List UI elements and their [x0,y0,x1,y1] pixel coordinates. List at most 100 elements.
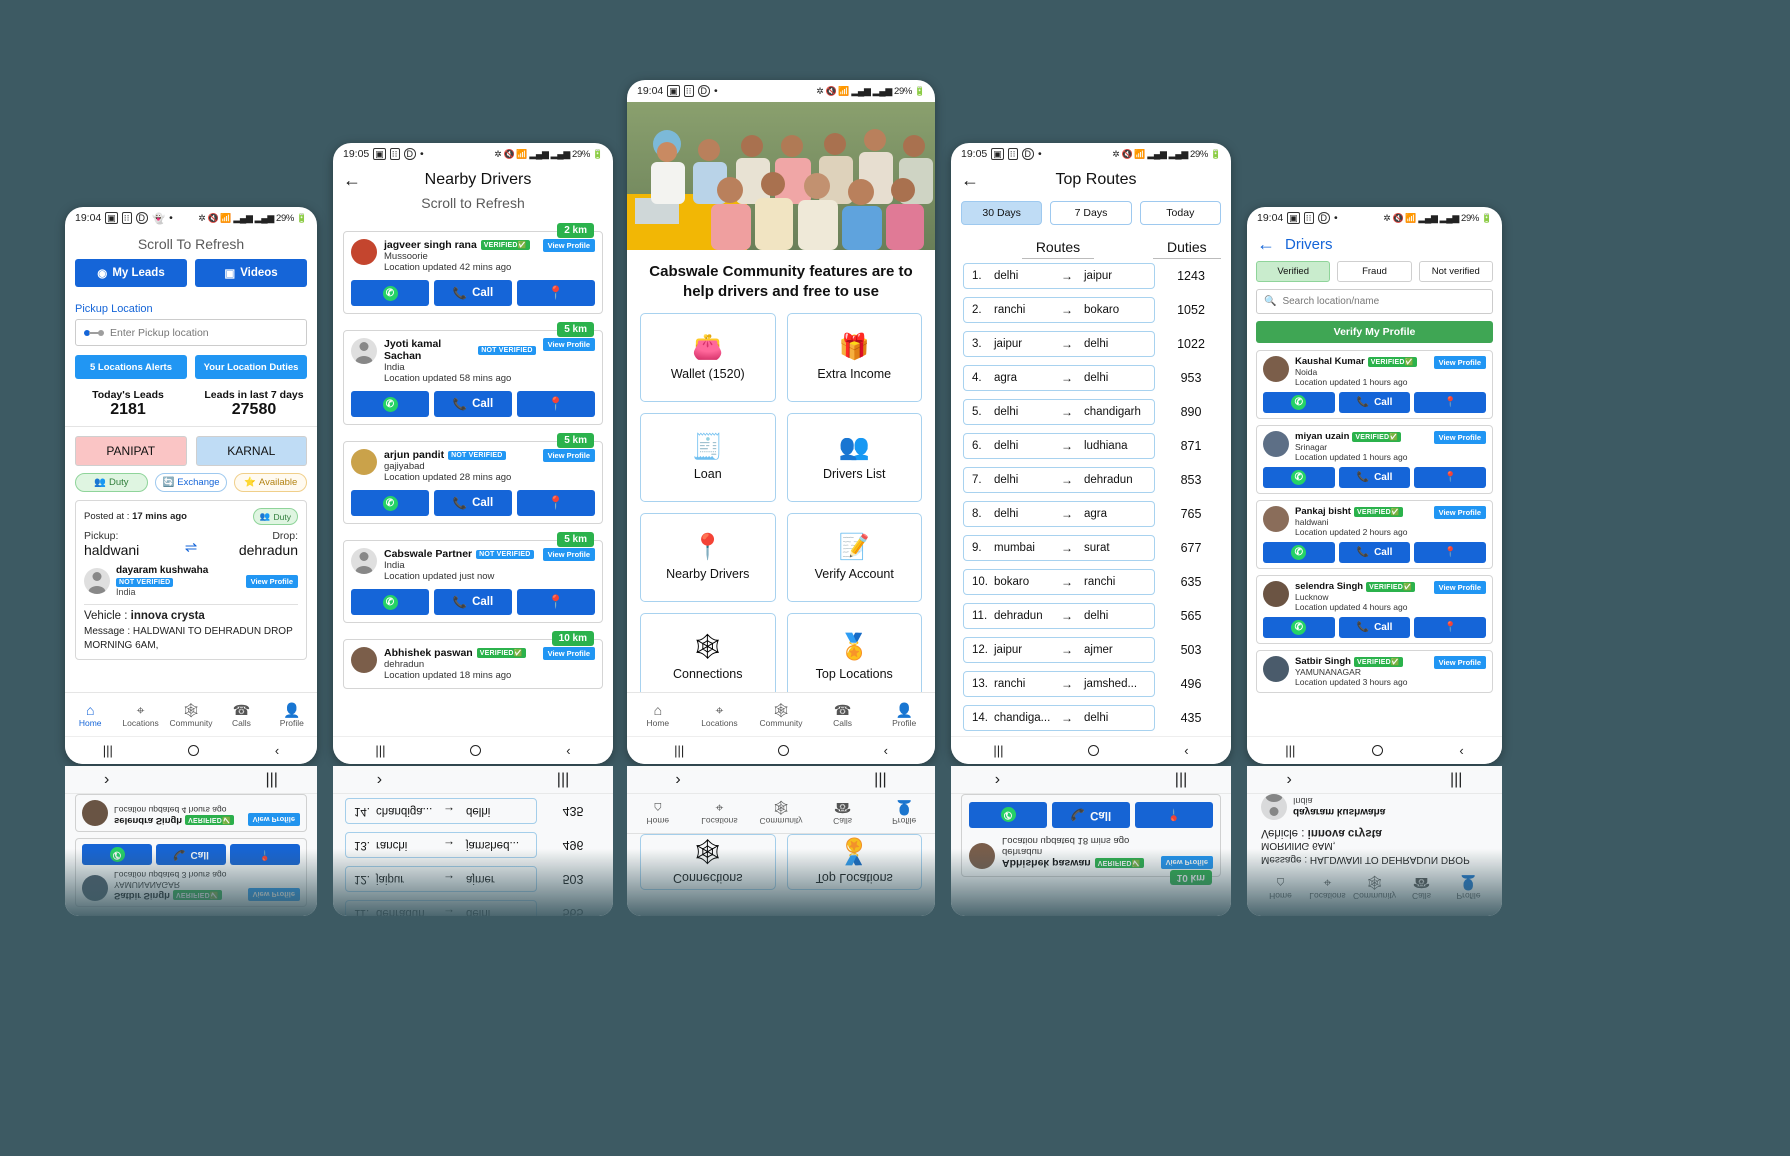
table-row[interactable]: 3. jaipur → delhi 1022 [951,327,1231,361]
call-button[interactable]: 📞 Call [434,391,512,417]
driver-card[interactable]: Pankaj bisht VERIFIED✅ haldwani Location… [1256,500,1493,569]
tile-loan[interactable]: 🧾 Loan [640,412,776,502]
my-leads-button[interactable]: ◉ My Leads [75,259,187,287]
tile-wallet[interactable]: 👛 Wallet (1520) [640,312,776,402]
table-row[interactable]: 14. chandiga... → delhi 435 [951,701,1231,735]
whatsapp-button[interactable]: ✆ [351,280,429,306]
driver-card[interactable]: 5 km Jyoti kamal Sachan NOT VERIFIED Ind… [343,322,603,425]
nav-calls[interactable]: ☎ Calls [812,702,874,728]
city-chip-karnal[interactable]: KARNAL [195,436,307,466]
tile-nearby-drivers[interactable]: 📍 Nearby Drivers [640,512,776,602]
back-button[interactable]: ‹ [1184,743,1188,758]
maps-button[interactable]: 📍 [517,589,595,615]
whatsapp-button[interactable]: ✆ [351,490,429,516]
back-arrow-icon[interactable]: ← [1257,235,1275,253]
location-duties-button[interactable]: Your Location Duties [195,355,307,379]
table-row[interactable]: 13. ranchi → jamshed... 496 [951,667,1231,701]
home-button[interactable] [470,745,482,756]
table-row[interactable]: 11. dehradun → delhi 565 [951,599,1231,633]
back-arrow-icon[interactable]: ← [961,171,979,189]
call-button[interactable]: 📞 Call [434,280,512,306]
back-button[interactable]: ‹ [566,743,570,758]
nav-community[interactable]: 🕸 Community [750,702,812,728]
back-arrow-icon[interactable]: ← [343,171,361,189]
whatsapp-button[interactable]: ✆ [1263,617,1335,638]
whatsapp-button[interactable]: ✆ [351,589,429,615]
table-row[interactable]: 5. delhi → chandigarh 890 [951,395,1231,429]
driver-card[interactable]: 2 km jagveer singh rana VERIFIED✅ Mussoo… [343,223,603,314]
city-chip-panipat[interactable]: PANIPAT [75,436,187,466]
maps-button[interactable]: 📍 [517,490,595,516]
table-row[interactable]: 4. agra → delhi 953 [951,361,1231,395]
call-button[interactable]: 📞 Call [1338,467,1411,488]
table-row[interactable]: 10. bokaro → ranchi 635 [951,565,1231,599]
view-profile-button[interactable]: View Profile [1433,656,1486,669]
filter-verified[interactable]: Verified [1256,261,1331,282]
chip-duty[interactable]: 👥 Duty [75,473,148,492]
view-profile-button[interactable]: View Profile [1433,356,1486,369]
table-row[interactable]: 12. jaipur → ajmer 503 [951,633,1231,667]
whatsapp-button[interactable]: ✆ [351,391,429,417]
tab-7-days[interactable]: 7 Days [1050,201,1132,225]
nav-home[interactable]: ⌂ Home [65,702,115,728]
videos-button[interactable]: ▣ Videos [195,259,307,287]
driver-card[interactable]: Kaushal Kumar VERIFIED✅ Noida Location u… [1256,350,1493,419]
nav-calls[interactable]: ☎ Calls [216,702,266,728]
locations-alerts-button[interactable]: 5 Locations Alerts [75,355,187,379]
call-button[interactable]: 📞 Call [1338,542,1411,563]
maps-button[interactable]: 📍 [517,391,595,417]
nav-community[interactable]: 🕸 Community [166,702,216,728]
home-button[interactable] [188,745,200,756]
table-row[interactable]: 7. delhi → dehradun 853 [951,463,1231,497]
view-profile-button[interactable]: View Profile [542,647,595,660]
table-row[interactable]: 1. delhi → jaipur 1243 [951,259,1231,293]
view-profile-button[interactable]: View Profile [1433,506,1486,519]
filter-fraud[interactable]: Fraud [1337,261,1412,282]
call-button[interactable]: 📞 Call [434,589,512,615]
pickup-input[interactable]: Enter Pickup location [75,319,307,346]
recents-button[interactable]: ||| [103,743,113,758]
table-row[interactable]: 6. delhi → ludhiana 871 [951,429,1231,463]
tile-connections[interactable]: 🕸 Connections [640,612,776,702]
driver-card[interactable]: Satbir Singh VERIFIED✅ YAMUNANAGAR Locat… [1256,650,1493,693]
home-button[interactable] [778,745,790,756]
tab-30-days[interactable]: 30 Days [961,201,1043,225]
driver-card[interactable]: miyan uzain VERIFIED✅ Srinagar Location … [1256,425,1493,494]
tile-verify-account[interactable]: 📝 Verify Account [786,512,922,602]
home-button[interactable] [1371,745,1383,756]
call-button[interactable]: 📞 Call [1338,392,1411,413]
maps-button[interactable]: 📍 [517,280,595,306]
whatsapp-button[interactable]: ✆ [1263,542,1335,563]
view-profile-button[interactable]: View Profile [1433,431,1486,444]
driver-card[interactable]: 10 km Abhishek paswan VERIFIED✅ dehradun… [343,631,603,689]
maps-button[interactable]: 📍 [1414,617,1487,638]
call-button[interactable]: 📞 Call [434,490,512,516]
nav-profile[interactable]: 👤 Profile [267,702,317,728]
maps-button[interactable]: 📍 [1414,542,1487,563]
table-row[interactable]: 9. mumbai → surat 677 [951,531,1231,565]
nav-home[interactable]: ⌂ Home [627,702,689,728]
tile-top-locations[interactable]: 🏅 Top Locations [786,612,922,702]
table-row[interactable]: 2. ranchi → bokaro 1052 [951,293,1231,327]
chip-available[interactable]: ⭐ Available [234,473,308,492]
filter-not-verified[interactable]: Not verified [1418,261,1493,282]
driver-card[interactable]: 5 km arjun pandit NOT VERIFIED gajiyabad… [343,433,603,524]
maps-button[interactable]: 📍 [1414,392,1487,413]
back-button[interactable]: ‹ [275,743,279,758]
verify-my-profile-button[interactable]: Verify My Profile [1256,321,1493,343]
view-profile-button[interactable]: View Profile [245,574,298,588]
recents-button[interactable]: ||| [1285,743,1295,758]
table-row[interactable]: 8. delhi → agra 765 [951,497,1231,531]
call-button[interactable]: 📞 Call [1338,617,1411,638]
lead-card[interactable]: Posted at : 17 mins ago 👥 Duty Pickup: h… [75,500,307,660]
nav-locations[interactable]: ⌖ Locations [689,702,751,728]
recents-button[interactable]: ||| [375,743,385,758]
search-input[interactable]: 🔍 Search location/name [1256,289,1493,314]
back-button[interactable]: ‹ [1459,743,1463,758]
tile-drivers-list[interactable]: 👥 Drivers List [786,412,922,502]
tile-extra-income[interactable]: 🎁 Extra Income [786,312,922,402]
view-profile-button[interactable]: View Profile [542,239,595,252]
nav-locations[interactable]: ⌖ Locations [115,702,165,728]
home-button[interactable] [1088,745,1100,756]
view-profile-button[interactable]: View Profile [542,449,595,462]
